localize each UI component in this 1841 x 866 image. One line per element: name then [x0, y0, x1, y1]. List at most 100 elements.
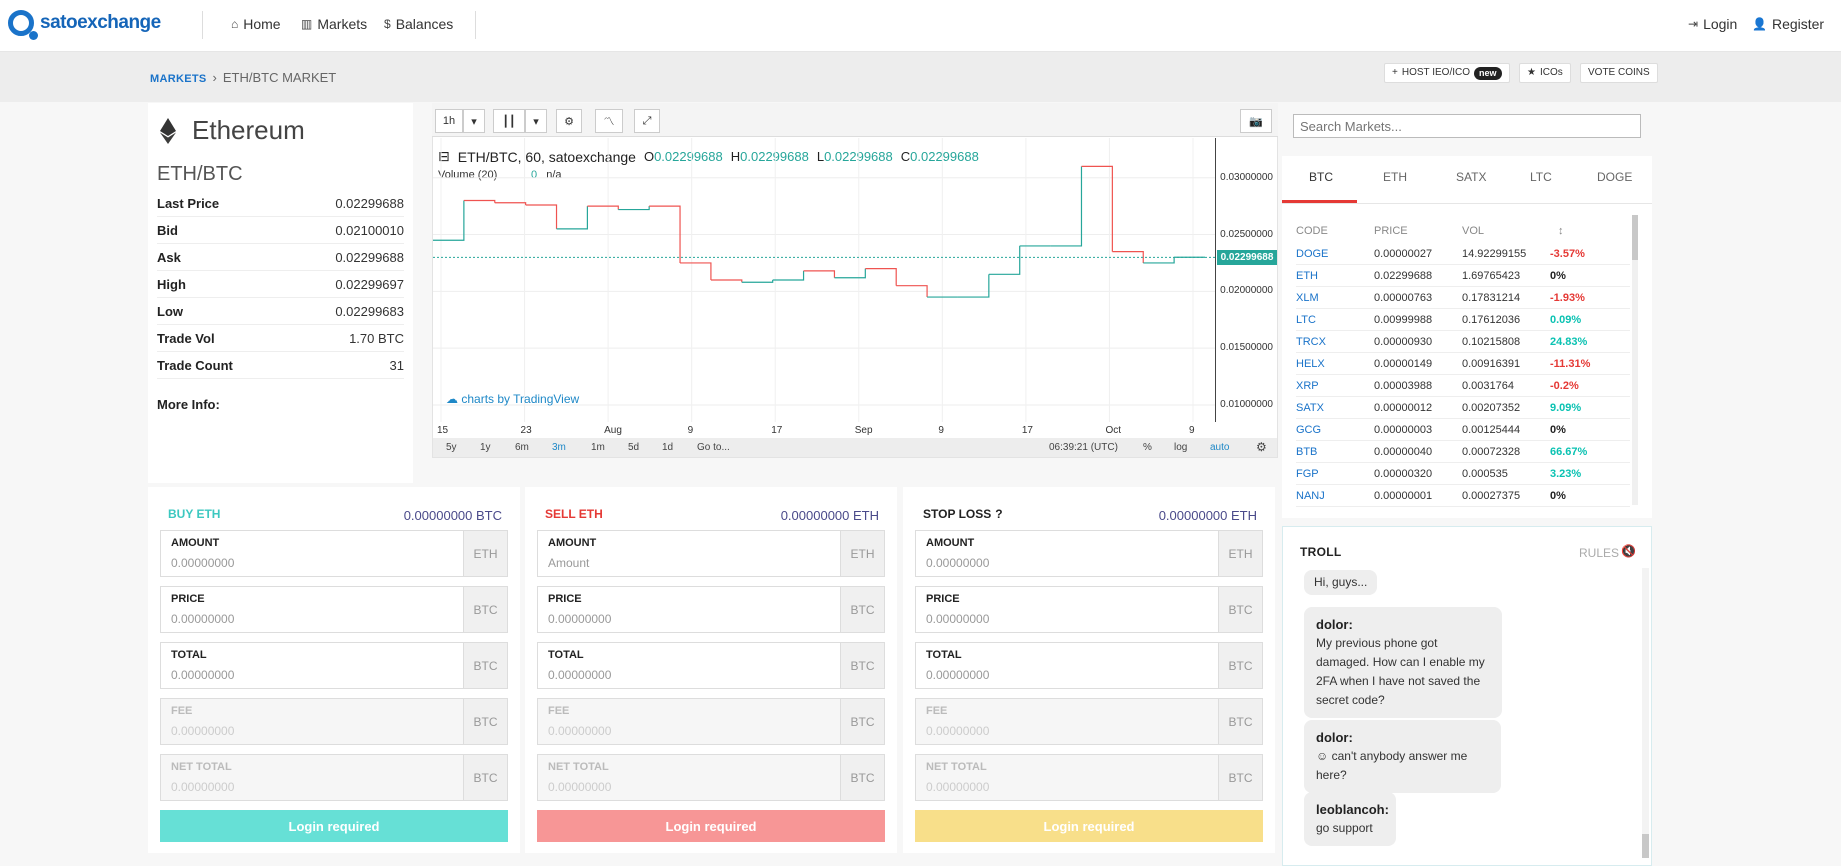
screenshot-button[interactable]: 📷: [1240, 109, 1272, 133]
market-tab-doge[interactable]: DOGE: [1597, 170, 1632, 184]
market-row[interactable]: LTC 0.00999988 0.17612036 0.09%: [1296, 309, 1630, 331]
auto-scale-toggle[interactable]: auto: [1210, 442, 1229, 453]
market-code[interactable]: DOGE: [1296, 248, 1374, 260]
interval-dropdown[interactable]: ▾: [463, 109, 485, 133]
market-row[interactable]: DOGE 0.00000027 14.92299155 -3.57%: [1296, 243, 1630, 265]
total-field[interactable]: TOTAL 0.00000000 BTC: [915, 642, 1263, 689]
market-code[interactable]: LTC: [1296, 314, 1374, 326]
field-body[interactable]: AMOUNT 0.00000000: [916, 531, 1218, 576]
field-placeholder[interactable]: 0.00000000: [926, 612, 1208, 626]
market-code[interactable]: HELX: [1296, 358, 1374, 370]
login-required-button[interactable]: Login required: [915, 810, 1263, 842]
column-price[interactable]: PRICE: [1374, 225, 1408, 237]
amount-field[interactable]: AMOUNT 0.00000000 ETH: [160, 530, 508, 577]
chat-user[interactable]: dolor:: [1316, 615, 1490, 634]
scale-settings-icon[interactable]: ⚙: [1256, 440, 1267, 454]
host-ieo-button[interactable]: + HOST IEO/ICO new: [1384, 63, 1510, 83]
field-body[interactable]: PRICE 0.00000000: [161, 587, 463, 632]
column-code[interactable]: CODE: [1296, 225, 1328, 237]
market-code[interactable]: XLM: [1296, 292, 1374, 304]
question-circle-icon[interactable]: ?: [995, 507, 1002, 521]
market-row[interactable]: ETH 0.02299688 1.69765423 0%: [1296, 265, 1630, 287]
price-field[interactable]: PRICE 0.00000000 BTC: [915, 586, 1263, 633]
market-row[interactable]: HELX 0.00000149 0.00916391 -11.31%: [1296, 353, 1630, 375]
field-placeholder[interactable]: Amount: [548, 556, 830, 570]
field-body[interactable]: TOTAL 0.00000000: [161, 643, 463, 688]
range-button-3m[interactable]: 3m: [552, 442, 566, 453]
range-button-5d[interactable]: 5d: [628, 442, 639, 453]
market-tab-ltc[interactable]: LTC: [1530, 170, 1552, 184]
market-row[interactable]: SATX 0.00000012 0.00207352 9.09%: [1296, 397, 1630, 419]
field-body[interactable]: PRICE 0.00000000: [538, 587, 840, 632]
market-tab-btc[interactable]: BTC: [1309, 170, 1333, 184]
price-field[interactable]: PRICE 0.00000000 BTC: [160, 586, 508, 633]
field-placeholder[interactable]: 0.00000000: [171, 556, 453, 570]
field-body[interactable]: TOTAL 0.00000000: [916, 643, 1218, 688]
fullscreen-button[interactable]: ⤢: [634, 109, 660, 133]
brand-logo[interactable]: satoexchange: [8, 10, 161, 40]
scroll-thumb[interactable]: [1632, 215, 1638, 260]
nav-home[interactable]: ⌂ Home: [231, 16, 281, 32]
market-row[interactable]: BTB 0.00000040 0.00072328 66.67%: [1296, 441, 1630, 463]
market-code[interactable]: BTB: [1296, 446, 1374, 458]
scroll-thumb[interactable]: [1642, 834, 1649, 858]
total-field[interactable]: TOTAL 0.00000000 BTC: [160, 642, 508, 689]
rules-link[interactable]: RULES: [1579, 546, 1619, 560]
market-code[interactable]: FGP: [1296, 468, 1374, 480]
market-row[interactable]: TRCX 0.00000930 0.10215808 24.83%: [1296, 331, 1630, 353]
chat-user[interactable]: leoblancoh:: [1316, 800, 1389, 819]
indicators-button[interactable]: 〽: [595, 109, 623, 133]
markets-scrollbar[interactable]: [1632, 215, 1638, 505]
interval-select[interactable]: 1h: [435, 109, 463, 133]
field-placeholder[interactable]: 0.00000000: [926, 668, 1208, 682]
vote-coins-button[interactable]: VOTE COINS: [1580, 63, 1658, 83]
candle-style-button[interactable]: ┃┃: [493, 109, 525, 133]
range-button-5y[interactable]: 5y: [446, 442, 457, 453]
amount-field[interactable]: AMOUNT 0.00000000 ETH: [915, 530, 1263, 577]
market-row[interactable]: XRP 0.00003988 0.0031764 -0.2%: [1296, 375, 1630, 397]
market-code[interactable]: ETH: [1296, 270, 1374, 282]
market-code[interactable]: XRP: [1296, 380, 1374, 392]
price-field[interactable]: PRICE 0.00000000 BTC: [537, 586, 885, 633]
login-required-button[interactable]: Login required: [537, 810, 885, 842]
nav-markets[interactable]: ▥ Markets: [301, 16, 367, 32]
field-body[interactable]: AMOUNT 0.00000000: [161, 531, 463, 576]
amount-field[interactable]: AMOUNT Amount ETH: [537, 530, 885, 577]
chat-user[interactable]: dolor:: [1316, 728, 1489, 747]
percent-scale-toggle[interactable]: %: [1143, 442, 1152, 453]
login-required-button[interactable]: Login required: [160, 810, 508, 842]
chart-settings-button[interactable]: ⚙: [556, 109, 582, 133]
market-code[interactable]: TRCX: [1296, 336, 1374, 348]
market-row[interactable]: XLM 0.00000763 0.17831214 -1.93%: [1296, 287, 1630, 309]
nav-register[interactable]: 👤 Register: [1752, 16, 1824, 32]
market-tab-eth[interactable]: ETH: [1383, 170, 1407, 184]
field-placeholder[interactable]: 0.00000000: [171, 668, 453, 682]
search-markets-input[interactable]: [1293, 114, 1641, 138]
field-placeholder[interactable]: 0.00000000: [171, 612, 453, 626]
range-button-1y[interactable]: 1y: [480, 442, 491, 453]
field-placeholder[interactable]: 0.00000000: [926, 556, 1208, 570]
nav-balances[interactable]: $ Balances: [384, 16, 453, 32]
log-scale-toggle[interactable]: log: [1174, 442, 1187, 453]
market-code[interactable]: SATX: [1296, 402, 1374, 414]
goto-date-button[interactable]: Go to...: [697, 442, 730, 453]
field-body[interactable]: AMOUNT Amount: [538, 531, 840, 576]
chart-plot-area[interactable]: [433, 138, 1215, 422]
market-tab-satx[interactable]: SATX: [1456, 170, 1486, 184]
icos-button[interactable]: ★ ICOs: [1519, 63, 1571, 83]
market-row[interactable]: GCG 0.00000003 0.00125444 0%: [1296, 419, 1630, 441]
range-button-1d[interactable]: 1d: [662, 442, 673, 453]
field-body[interactable]: PRICE 0.00000000: [916, 587, 1218, 632]
nav-login[interactable]: ⇥ Login: [1688, 16, 1737, 32]
mute-icon[interactable]: 🔇: [1621, 544, 1636, 558]
range-button-1m[interactable]: 1m: [591, 442, 605, 453]
field-placeholder[interactable]: 0.00000000: [548, 612, 830, 626]
field-body[interactable]: TOTAL 0.00000000: [538, 643, 840, 688]
field-placeholder[interactable]: 0.00000000: [548, 668, 830, 682]
order-balance[interactable]: 0.00000000 BTC: [372, 508, 502, 523]
total-field[interactable]: TOTAL 0.00000000 BTC: [537, 642, 885, 689]
market-code[interactable]: NANJ: [1296, 490, 1374, 502]
order-balance[interactable]: 0.00000000 ETH: [749, 508, 879, 523]
column-change-sort[interactable]: ↕: [1558, 225, 1564, 237]
breadcrumb-markets[interactable]: MARKETS: [150, 73, 207, 85]
